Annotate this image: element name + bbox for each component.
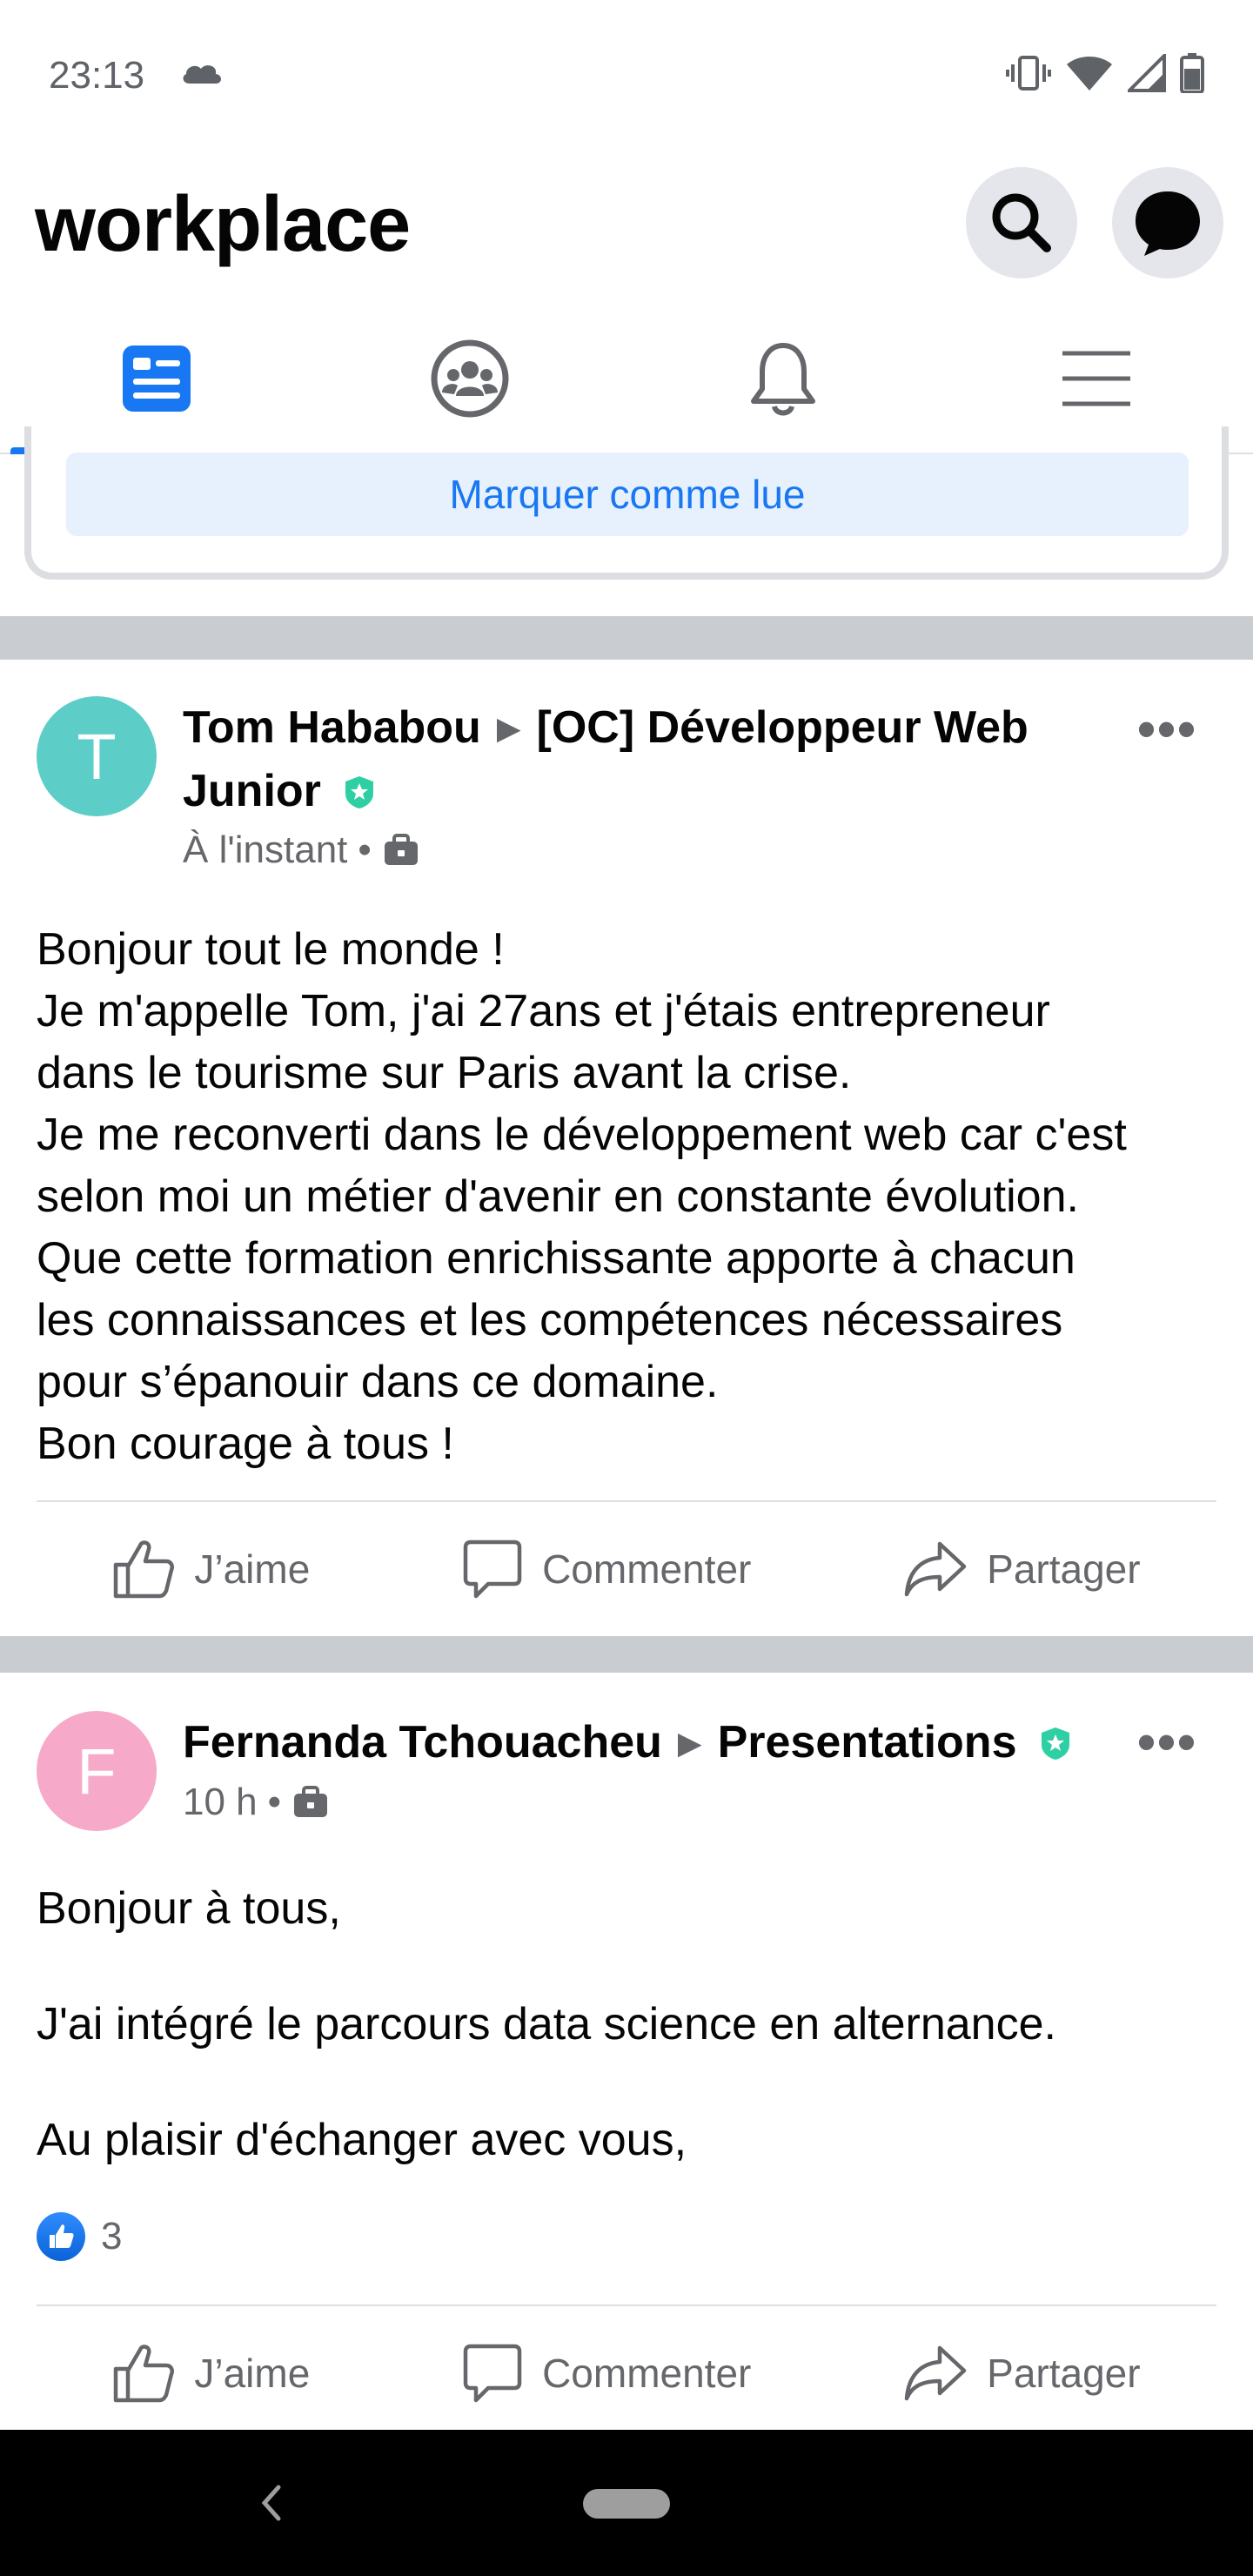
share-label: Partager xyxy=(987,2351,1141,2396)
work-audience-icon xyxy=(384,834,418,865)
search-button[interactable] xyxy=(966,167,1077,278)
news-feed-icon xyxy=(123,345,191,412)
more-options-button[interactable]: ••• xyxy=(1137,703,1197,755)
back-chevron-icon[interactable] xyxy=(252,2477,287,2529)
verified-badge-icon xyxy=(345,776,374,808)
post-time[interactable]: 10 h xyxy=(183,1781,258,1824)
comment-button[interactable]: Commenter xyxy=(462,2343,751,2404)
share-button[interactable]: Partager xyxy=(903,1540,1141,1598)
groups-icon xyxy=(431,339,509,418)
post-paragraph: Bonjour à tous, xyxy=(37,1883,341,1934)
like-label: J’aime xyxy=(194,1546,311,1592)
logo-text: workplace xyxy=(35,181,411,268)
comment-icon xyxy=(463,2344,522,2403)
thumbs-up-icon xyxy=(114,1540,175,1599)
avatar[interactable]: F xyxy=(37,1711,157,1831)
meta-dot: • xyxy=(267,1781,282,1823)
group-name-cont[interactable]: Junior xyxy=(183,766,321,816)
mark-as-read-button[interactable]: Marquer comme lue xyxy=(66,453,1189,536)
post-header-title: Fernanda Tchouacheu ▶ Presentations xyxy=(183,1713,1140,1776)
status-bar: 23:13 xyxy=(0,0,1253,148)
post-text: Bonjour tout le monde ! Je m'appelle Tom… xyxy=(37,919,1229,1475)
status-icons xyxy=(1006,52,1204,94)
like-button[interactable]: J’aime xyxy=(112,1539,310,1600)
search-icon xyxy=(992,193,1051,252)
vibrate-icon xyxy=(1006,56,1051,91)
hamburger-menu-icon xyxy=(1062,351,1130,406)
cloud-icon xyxy=(183,65,221,84)
bell-icon xyxy=(751,343,815,416)
thumbs-up-icon xyxy=(114,2345,175,2403)
workplace-logo[interactable]: workplace xyxy=(35,172,411,277)
post-actions: J’aime Commenter Partager xyxy=(37,1500,1216,1636)
comment-icon xyxy=(463,1540,522,1599)
battery-icon xyxy=(1180,53,1204,93)
share-button[interactable]: Partager xyxy=(903,2345,1141,2402)
author-name[interactable]: Tom Hababou xyxy=(183,702,481,753)
meta-dot: • xyxy=(358,828,372,871)
comment-label: Commenter xyxy=(542,2351,752,2396)
feed-post: F Fernanda Tchouacheu ▶ Presentations ••• … xyxy=(0,1673,1253,2430)
signal-icon xyxy=(1128,54,1166,92)
feed-separator xyxy=(0,1636,1253,1673)
post-header-title: Tom Hababou ▶ [OC] Développeur Web Junior xyxy=(183,698,1105,821)
chat-bubble-icon xyxy=(1136,191,1200,256)
arrow-right-icon: ▶ xyxy=(496,710,521,746)
share-arrow-icon xyxy=(904,2345,967,2401)
reaction-count: 3 xyxy=(101,2215,123,2257)
work-audience-icon xyxy=(294,1786,328,1817)
post-time[interactable]: À l'instant xyxy=(183,828,347,872)
system-navigation-bar xyxy=(0,2430,1253,2576)
post-text: Bonjour à tous, J'ai intégré le parcours… xyxy=(37,1878,1229,2171)
group-name[interactable]: Presentations xyxy=(718,1717,1017,1768)
author-name[interactable]: Fernanda Tchouacheu xyxy=(183,1717,662,1768)
post-body-text: Bonjour tout le monde ! Je m'appelle Tom… xyxy=(37,924,1127,1469)
comment-label: Commenter xyxy=(542,1546,752,1592)
post-meta: 10 h • xyxy=(183,1781,330,1824)
status-time: 23:13 xyxy=(49,54,145,97)
avatar[interactable]: T xyxy=(37,696,157,816)
reactions-summary[interactable]: 3 xyxy=(37,2212,122,2261)
comment-button[interactable]: Commenter xyxy=(462,1539,751,1600)
verified-badge-icon xyxy=(1041,1727,1069,1760)
like-button[interactable]: J’aime xyxy=(112,2343,310,2404)
arrow-right-icon: ▶ xyxy=(677,1725,702,1761)
feed-post: T Tom Hababou ▶ [OC] Développeur Web Junio… xyxy=(0,660,1253,1636)
post-actions: J’aime Commenter Partager xyxy=(37,2304,1216,2440)
chat-button[interactable] xyxy=(1112,167,1223,278)
group-name[interactable]: [OC] Développeur Web xyxy=(537,702,1029,753)
post-paragraph: Au plaisir d'échanger avec vous, xyxy=(37,2115,687,2165)
more-options-button[interactable]: ••• xyxy=(1137,1716,1197,1768)
share-arrow-icon xyxy=(904,1541,967,1597)
previous-post-card: Marquer comme lue xyxy=(24,426,1229,580)
post-meta: À l'instant • xyxy=(183,828,420,872)
home-pill[interactable] xyxy=(583,2489,670,2519)
like-reaction-icon xyxy=(37,2212,85,2261)
like-label: J’aime xyxy=(194,2351,311,2396)
post-paragraph: J'ai intégré le parcours data science en… xyxy=(37,1999,1056,2049)
feed-separator xyxy=(0,616,1253,660)
share-label: Partager xyxy=(987,1546,1141,1592)
app-header: workplace xyxy=(0,148,1253,305)
wifi-icon xyxy=(1067,57,1112,91)
